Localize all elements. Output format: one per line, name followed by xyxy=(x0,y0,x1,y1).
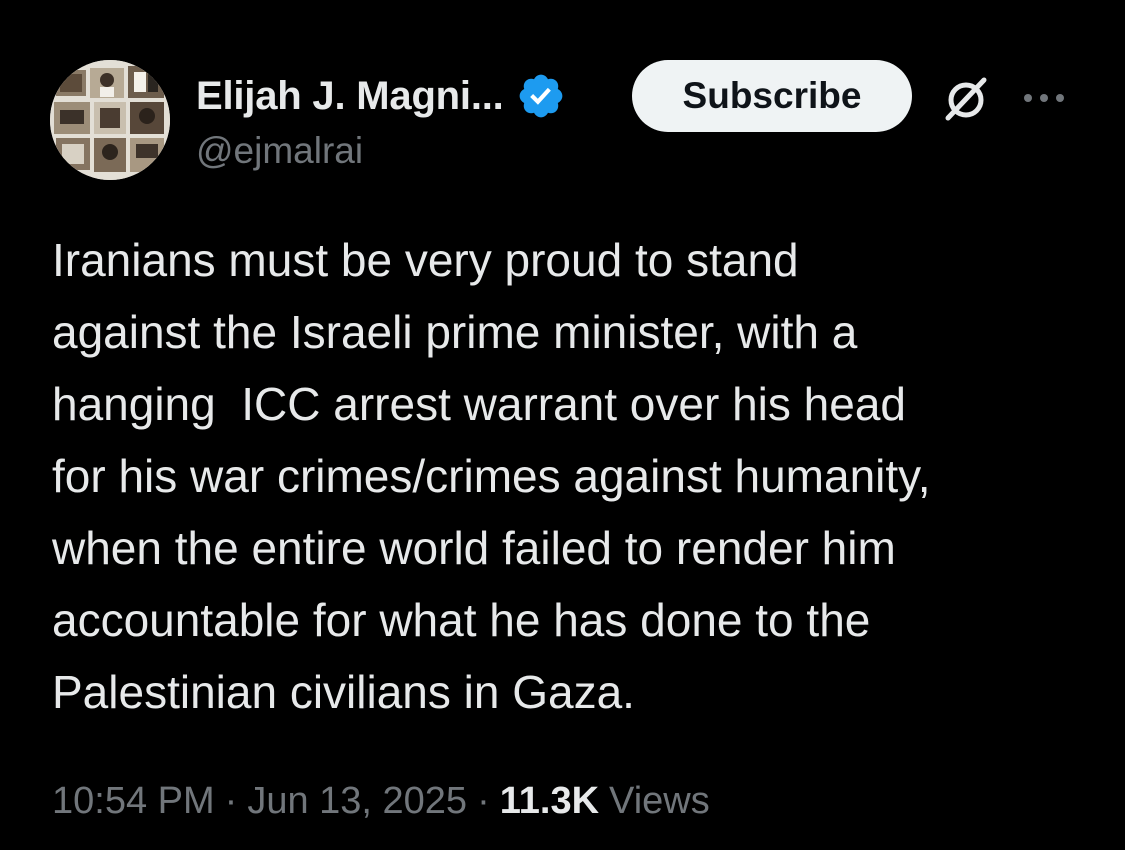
views-count[interactable]: 11.3K xyxy=(500,780,609,823)
tweet-date[interactable]: Jun 13, 2025 xyxy=(247,780,467,823)
more-icon[interactable] xyxy=(1020,80,1068,116)
views-label: Views xyxy=(609,780,710,822)
meta-separator: · xyxy=(477,780,490,822)
grok-icon[interactable] xyxy=(938,70,994,126)
tweet-text: Iranians must be very proud to stand aga… xyxy=(52,234,931,718)
tweet-header: Elijah J. Magni... @ejmalrai Subscribe xyxy=(50,60,1090,184)
subscribe-button[interactable]: Subscribe xyxy=(632,60,912,132)
tweet-meta: 10:54 PM · Jun 13, 2025 · 11.3K Views xyxy=(52,780,710,823)
meta-separator: · xyxy=(224,780,238,822)
author-display-name[interactable]: Elijah J. Magni... xyxy=(196,74,504,119)
avatar[interactable] xyxy=(50,60,170,180)
name-row: Elijah J. Magni... xyxy=(196,68,566,124)
tweet-time[interactable]: 10:54 PM xyxy=(52,780,215,823)
verified-badge-icon[interactable] xyxy=(516,71,566,121)
author-handle[interactable]: @ejmalrai xyxy=(196,130,363,172)
collage-photo-avatar-icon xyxy=(50,60,170,180)
